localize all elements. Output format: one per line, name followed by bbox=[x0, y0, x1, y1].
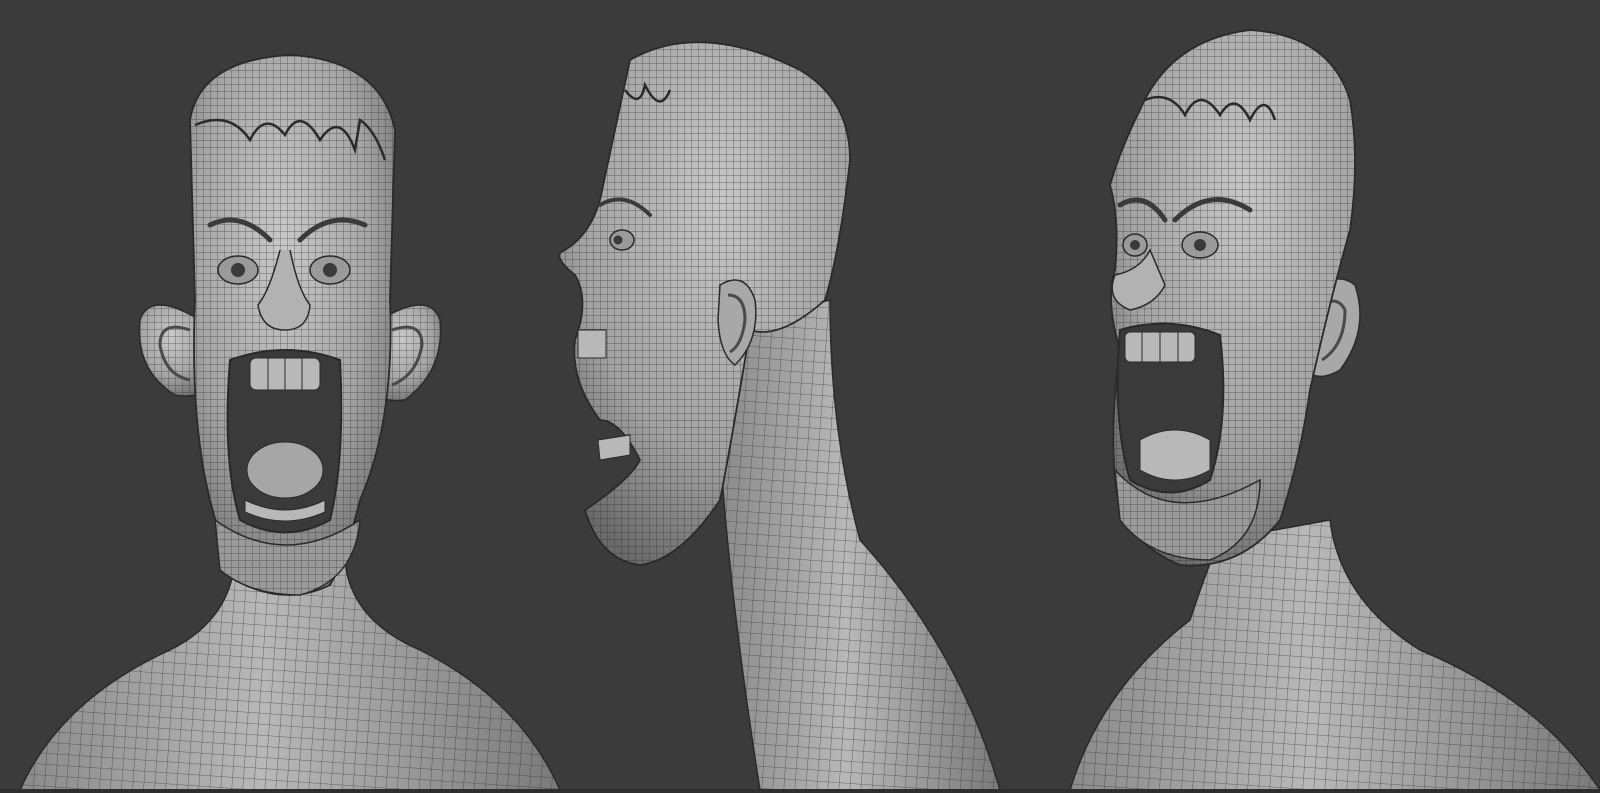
render-viewport bbox=[0, 0, 1600, 793]
front-view-panel bbox=[0, 0, 560, 793]
side-view-head bbox=[558, 41, 1001, 791]
three-quarter-view-panel bbox=[1060, 0, 1600, 793]
three-quarter-view-head bbox=[1068, 29, 1600, 791]
side-view-panel bbox=[530, 0, 1050, 793]
side-eye bbox=[609, 229, 635, 251]
left-eye bbox=[217, 255, 259, 285]
right-eye bbox=[309, 255, 351, 285]
open-mouth bbox=[226, 349, 343, 534]
three-quarter-eye-left bbox=[1122, 233, 1148, 257]
three-quarter-eye-right bbox=[1181, 231, 1219, 259]
three-quarter-mouth bbox=[1116, 322, 1225, 494]
viewport-bottom-edge bbox=[0, 789, 1600, 793]
front-view-head bbox=[18, 54, 560, 791]
